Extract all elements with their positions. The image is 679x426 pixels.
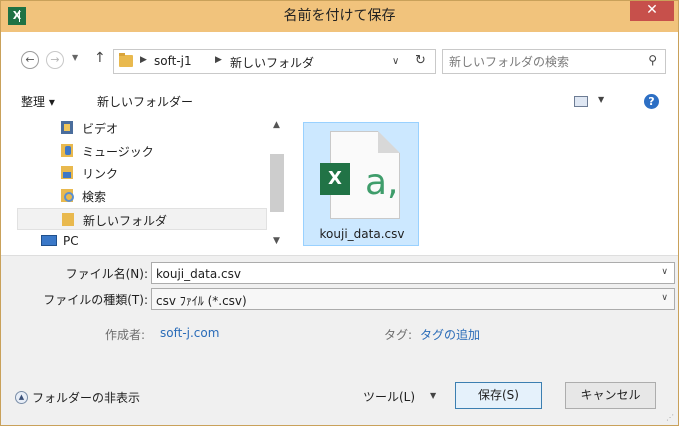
- nav-item-links[interactable]: リンク: [17, 162, 267, 184]
- save-options-panel: ファイル名(N): ∨ ファイルの種類(T): csv ﾌｧｲﾙ (*.csv)…: [1, 255, 678, 425]
- view-options-icon[interactable]: [574, 96, 588, 107]
- new-folder-button[interactable]: 新しいフォルダー: [97, 93, 193, 110]
- scroll-down-icon[interactable]: ▼: [273, 236, 280, 246]
- excel-badge-icon: X: [320, 163, 350, 195]
- title-bar: X 名前を付けて保存 ✕: [1, 1, 678, 32]
- nav-item-music[interactable]: ミュージック: [17, 140, 267, 162]
- folder-icon: [62, 213, 74, 226]
- tags-value[interactable]: タグの追加: [420, 326, 480, 343]
- back-button[interactable]: ←: [21, 51, 39, 69]
- address-bar[interactable]: ▶ soft-j1 ▶ 新しいフォルダ ∨ ↻: [113, 49, 436, 74]
- nav-item-label: PC: [63, 234, 79, 248]
- save-as-dialog: X 名前を付けて保存 ✕ ← → ▼ ↑ ▶ soft-j1 ▶ 新しいフォルダ…: [0, 0, 679, 426]
- dialog-title: 名前を付けて保存: [283, 8, 396, 24]
- page-fold: [378, 131, 400, 153]
- file-type-label: ファイルの種類(T):: [43, 293, 148, 307]
- nav-scrollbar-thumb[interactable]: [270, 154, 284, 212]
- chevron-down-icon[interactable]: ∨: [661, 293, 668, 303]
- cancel-button[interactable]: キャンセル: [565, 382, 656, 409]
- navigation-pane: ビデオ ミュージック リンク 検索 新しいフォルダ PC ▲ ▼: [17, 117, 288, 251]
- nav-item-searches[interactable]: 検索: [17, 185, 267, 207]
- organize-button[interactable]: 整理 ▾: [21, 93, 55, 110]
- chevron-down-icon[interactable]: ∨: [392, 56, 399, 67]
- breadcrumb-item[interactable]: 新しいフォルダ: [230, 54, 314, 71]
- nav-item-label: 検索: [82, 190, 107, 204]
- chevron-right-icon[interactable]: ▶: [140, 55, 147, 65]
- resize-grip-icon[interactable]: ⋰: [666, 413, 674, 422]
- folder-icon: [119, 53, 133, 67]
- nav-item-videos[interactable]: ビデオ: [17, 117, 267, 139]
- recent-locations-dropdown[interactable]: ▼: [72, 53, 78, 62]
- hide-folders-button[interactable]: フォルダーの非表示: [32, 389, 140, 406]
- file-name-input[interactable]: [156, 265, 636, 282]
- author-value[interactable]: soft-j.com: [160, 326, 219, 340]
- tags-label: タグ:: [384, 328, 413, 342]
- search-input[interactable]: [449, 53, 634, 71]
- search-icon[interactable]: ⚲: [648, 53, 657, 67]
- file-type-value: csv ﾌｧｲﾙ (*.csv): [156, 294, 247, 308]
- address-row: ← → ▼ ↑ ▶ soft-j1 ▶ 新しいフォルダ ∨ ↻ ⚲: [1, 41, 678, 75]
- chevron-up-icon[interactable]: ▲: [15, 391, 28, 404]
- chevron-down-icon[interactable]: ▼: [598, 95, 604, 104]
- scroll-up-icon[interactable]: ▲: [273, 120, 280, 130]
- chevron-right-icon[interactable]: ▶: [215, 55, 222, 65]
- breadcrumb-item[interactable]: soft-j1: [154, 54, 192, 68]
- pc-icon: [41, 235, 57, 246]
- nav-item-label: 新しいフォルダ: [83, 214, 168, 228]
- search-folder-icon: [61, 189, 74, 202]
- toolbar: 整理 ▾ 新しいフォルダー ▼ ?: [1, 89, 678, 115]
- nav-item-pc[interactable]: PC: [17, 231, 267, 253]
- file-item[interactable]: a, X kouji_data.csv: [303, 122, 419, 246]
- nav-item-label: ミュージック: [82, 145, 154, 159]
- author-label: 作成者:: [105, 328, 146, 342]
- file-glyph: a,: [365, 162, 399, 203]
- nav-item-new-folder[interactable]: 新しいフォルダ: [17, 208, 267, 230]
- chevron-down-icon[interactable]: ▼: [430, 391, 436, 400]
- search-box[interactable]: ⚲: [442, 49, 666, 74]
- file-type-select[interactable]: csv ﾌｧｲﾙ (*.csv) ∨: [151, 288, 675, 310]
- link-folder-icon: [61, 166, 73, 179]
- tools-button[interactable]: ツール(L): [363, 388, 415, 405]
- file-name-label: ファイル名(N):: [65, 267, 148, 281]
- nav-item-label: リンク: [82, 167, 119, 181]
- nav-item-label: ビデオ: [82, 122, 119, 136]
- close-button[interactable]: ✕: [630, 1, 674, 21]
- chevron-down-icon[interactable]: ∨: [661, 267, 668, 277]
- file-name: kouji_data.csv: [319, 227, 405, 241]
- refresh-icon[interactable]: ↻: [415, 53, 426, 68]
- save-button[interactable]: 保存(S): [455, 382, 542, 409]
- file-name-field[interactable]: ∨: [151, 262, 675, 284]
- help-icon[interactable]: ?: [644, 94, 659, 109]
- video-folder-icon: [61, 121, 73, 134]
- forward-button[interactable]: →: [46, 51, 64, 69]
- up-button[interactable]: ↑: [94, 50, 106, 66]
- music-folder-icon: [61, 144, 73, 157]
